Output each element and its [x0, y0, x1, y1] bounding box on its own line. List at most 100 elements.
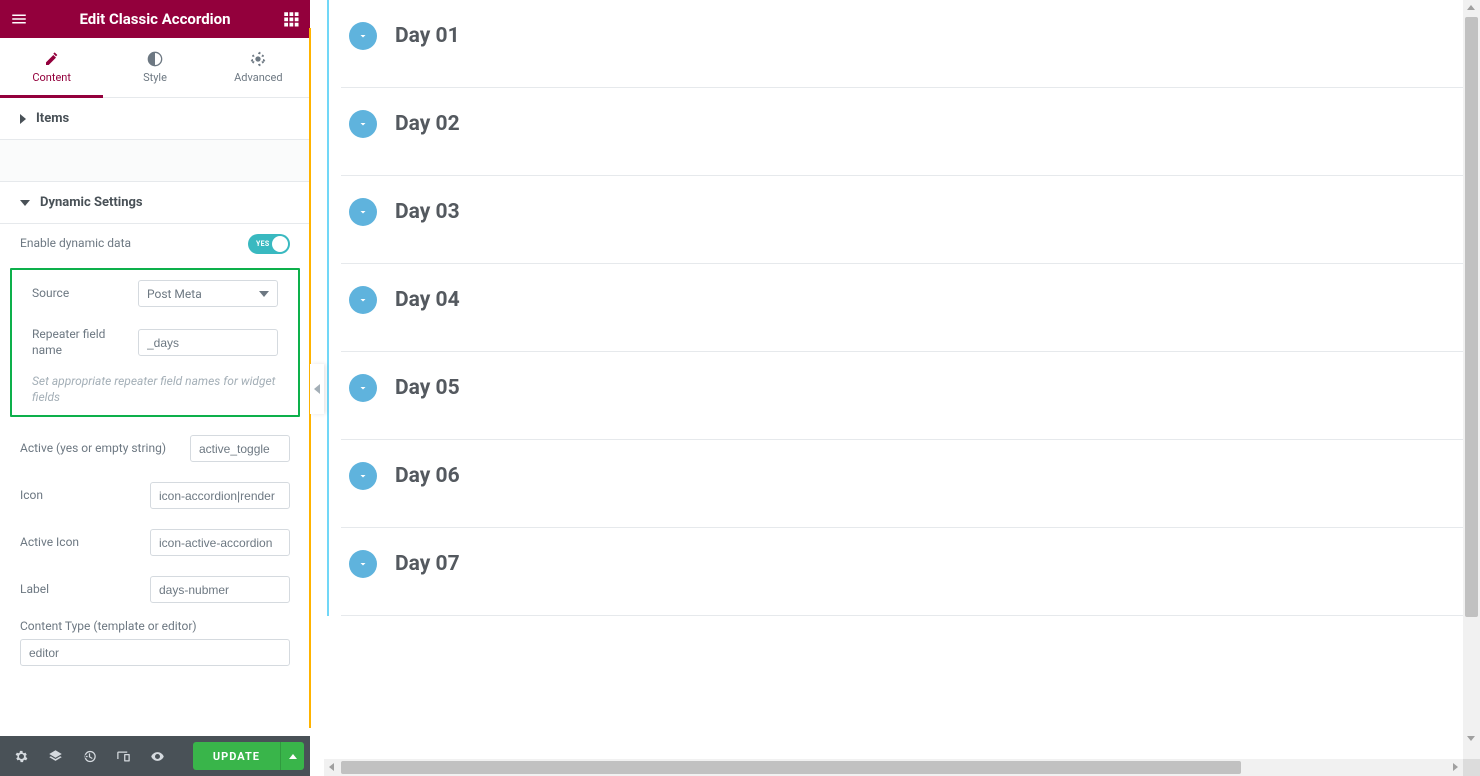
widgets-button[interactable] — [272, 0, 310, 38]
accordion-header[interactable]: Day 01 — [333, 0, 1471, 50]
layers-icon — [48, 749, 63, 764]
eye-icon — [150, 749, 165, 764]
activeicon-input[interactable] — [150, 529, 290, 556]
icon-input[interactable] — [150, 482, 290, 509]
separator — [341, 615, 1463, 616]
vertical-scrollbar[interactable] — [1463, 0, 1480, 762]
toggle-knob — [272, 236, 288, 252]
scrollbar-corner — [1463, 759, 1480, 776]
accordion-item[interactable]: Day 04 — [333, 264, 1471, 351]
label-row: Label — [0, 566, 310, 613]
update-group: UPDATE — [193, 742, 304, 770]
navigator-button[interactable] — [40, 741, 70, 771]
accordion-header[interactable]: Day 04 — [333, 264, 1471, 314]
caret-right-icon — [20, 114, 26, 124]
preview-area: Day 01 Day 02 Day 03 Day 04 Day 05 Day 06 Day … — [324, 0, 1480, 762]
expand-toggle[interactable] — [349, 22, 377, 50]
contenttype-label: Content Type (template or editor) — [20, 619, 290, 633]
horizontal-scroll-thumb[interactable] — [341, 761, 1241, 774]
repeater-input[interactable] — [138, 329, 278, 356]
accordion-item[interactable]: Day 07 — [333, 528, 1471, 615]
expand-toggle[interactable] — [349, 286, 377, 314]
hamburger-icon — [10, 10, 28, 28]
panel-title: Edit Classic Accordion — [79, 10, 230, 28]
toggle-on-text: YES — [256, 240, 269, 248]
contrast-icon — [147, 51, 163, 67]
vertical-scroll-thumb[interactable] — [1465, 17, 1478, 617]
accordion-title: Day 05 — [395, 376, 460, 400]
update-options-button[interactable] — [280, 742, 304, 770]
repeater-hint: Set appropriate repeater field names for… — [12, 368, 298, 415]
icon-label: Icon — [20, 488, 140, 504]
accordion-item[interactable]: Day 03 — [333, 176, 1471, 263]
enable-dynamic-toggle[interactable]: YES — [248, 234, 290, 254]
tab-content[interactable]: Content — [0, 38, 103, 97]
caret-down-icon — [20, 200, 30, 206]
settings-button[interactable] — [6, 741, 36, 771]
accordion-title: Day 04 — [395, 288, 460, 312]
enable-dynamic-row: Enable dynamic data YES — [0, 224, 310, 264]
source-value: Post Meta — [147, 287, 202, 301]
chevron-down-icon — [357, 470, 369, 482]
expand-toggle[interactable] — [349, 110, 377, 138]
gear-icon — [14, 749, 29, 764]
accordion-widget[interactable]: Day 01 Day 02 Day 03 Day 04 Day 05 Day 06 Day … — [327, 0, 1477, 616]
repeater-row: Repeater field name — [12, 317, 298, 368]
preview-button[interactable] — [142, 741, 172, 771]
accordion-item[interactable]: Day 02 — [333, 88, 1471, 175]
chevron-down-icon — [357, 294, 369, 306]
accordion-item[interactable]: Day 05 — [333, 352, 1471, 439]
activeicon-label: Active Icon — [20, 535, 140, 551]
devices-icon — [116, 749, 131, 764]
tab-advanced[interactable]: Advanced — [207, 38, 310, 97]
accordion-header[interactable]: Day 06 — [333, 440, 1471, 490]
expand-toggle[interactable] — [349, 550, 377, 578]
accordion-header[interactable]: Day 05 — [333, 352, 1471, 402]
expand-toggle[interactable] — [349, 198, 377, 226]
accordion-header[interactable]: Day 07 — [333, 528, 1471, 578]
accordion-item[interactable]: Day 06 — [333, 440, 1471, 527]
accordion-item[interactable]: Day 01 — [333, 0, 1471, 87]
tab-style[interactable]: Style — [103, 38, 206, 97]
active-input[interactable] — [190, 435, 290, 462]
source-select[interactable]: Post Meta — [138, 280, 278, 307]
responsive-button[interactable] — [108, 741, 138, 771]
section-dynamic-label: Dynamic Settings — [40, 195, 143, 210]
apps-grid-icon — [282, 10, 300, 28]
pencil-icon — [44, 51, 60, 67]
history-button[interactable] — [74, 741, 104, 771]
source-label: Source — [32, 286, 128, 302]
panel-header: Edit Classic Accordion — [0, 0, 310, 38]
editor-panel: Edit Classic Accordion Content Style Adv… — [0, 0, 310, 776]
expand-toggle[interactable] — [349, 374, 377, 402]
menu-button[interactable] — [0, 0, 38, 38]
caret-up-icon — [289, 754, 297, 759]
scroll-left-icon — [329, 763, 334, 771]
section-gap — [0, 140, 310, 182]
chevron-down-icon — [357, 382, 369, 394]
label-input[interactable] — [150, 576, 290, 603]
chevron-down-icon — [357, 206, 369, 218]
accordion-title: Day 06 — [395, 464, 460, 488]
accordion-title: Day 07 — [395, 552, 460, 576]
caret-left-icon — [314, 384, 320, 394]
panel-tabs: Content Style Advanced — [0, 38, 310, 98]
label-label: Label — [20, 582, 140, 598]
accordion-title: Day 03 — [395, 200, 460, 224]
section-items[interactable]: Items — [0, 98, 310, 140]
expand-toggle[interactable] — [349, 462, 377, 490]
section-dynamic[interactable]: Dynamic Settings — [0, 182, 310, 224]
activeicon-row: Active Icon — [0, 519, 310, 566]
accordion-header[interactable]: Day 03 — [333, 176, 1471, 226]
accordion-header[interactable]: Day 02 — [333, 88, 1471, 138]
contenttype-input[interactable] — [20, 639, 290, 666]
icon-row: Icon — [0, 472, 310, 519]
gear-icon — [250, 51, 266, 67]
tab-advanced-label: Advanced — [234, 71, 282, 84]
contenttype-row: Content Type (template or editor) — [0, 613, 310, 666]
chevron-down-icon — [357, 30, 369, 42]
update-button[interactable]: UPDATE — [193, 742, 280, 770]
panel-collapse-button[interactable] — [310, 364, 324, 414]
active-label: Active (yes or empty string) — [20, 441, 180, 457]
horizontal-scrollbar[interactable] — [324, 759, 1463, 776]
